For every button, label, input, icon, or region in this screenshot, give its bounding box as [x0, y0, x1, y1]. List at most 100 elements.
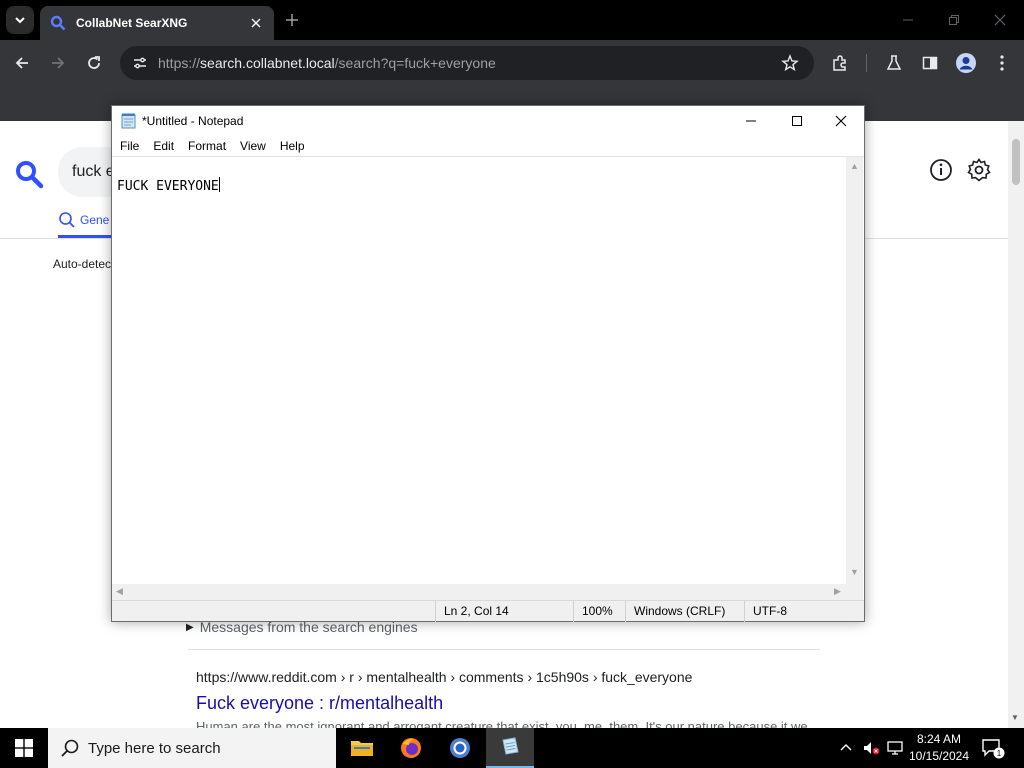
notification-count: 1 — [997, 749, 1002, 758]
browser-minimize-button[interactable] — [896, 8, 920, 32]
tab-general[interactable]: Gene — [58, 211, 109, 229]
notepad-text-area[interactable]: FUCK EVERYONE ▲ ▼ — [112, 156, 864, 584]
browser-toolbar: https://search.collabnet.local/search?q=… — [0, 40, 1024, 86]
info-icon[interactable] — [928, 157, 954, 183]
scroll-down-arrow-icon[interactable]: ▼ — [850, 567, 859, 577]
menu-edit[interactable]: Edit — [153, 139, 174, 153]
tab-search-button[interactable] — [6, 6, 34, 34]
site-info-icon[interactable] — [128, 51, 152, 75]
toolbar-separator — [866, 54, 867, 72]
notepad-title: *Untitled - Notepad — [142, 114, 244, 128]
page-scrollbar-thumb[interactable] — [1012, 139, 1020, 185]
notepad-text: FUCK EVERYONE — [117, 179, 219, 194]
scroll-left-arrow-icon[interactable]: ◀ — [116, 586, 123, 597]
new-tab-button[interactable] — [282, 10, 302, 30]
status-line-endings: Windows (CRLF) — [625, 601, 744, 622]
maximize-icon — [792, 116, 802, 126]
menu-file[interactable]: File — [120, 139, 139, 153]
volume-muted-icon[interactable] — [860, 728, 882, 768]
menu-help[interactable]: Help — [280, 139, 305, 153]
restore-icon — [949, 15, 959, 25]
searxng-favicon-icon — [50, 15, 66, 31]
taskbar-search-placeholder: Type here to search — [88, 739, 221, 757]
browser-menu-icon[interactable] — [990, 51, 1014, 75]
text-caret — [218, 177, 220, 192]
page-scrollbar[interactable]: ▼ — [1008, 121, 1024, 728]
notepad-maximize-button[interactable] — [774, 106, 820, 136]
arrow-left-icon — [15, 57, 28, 69]
browser-tab[interactable]: CollabNet SearXNG — [40, 6, 274, 40]
windows-taskbar: Type here to search 8:24 AM 10/15/2024 1 — [0, 728, 1024, 768]
chevron-down-icon — [15, 17, 25, 24]
reload-button[interactable] — [82, 51, 106, 75]
taskbar-chrome[interactable] — [436, 728, 484, 768]
status-encoding: UTF-8 — [744, 601, 844, 622]
notification-center-icon[interactable]: 1 — [980, 736, 1006, 760]
network-icon[interactable] — [884, 728, 906, 768]
notepad-menubar: File Edit Format View Help — [112, 136, 864, 156]
result-title-link[interactable]: Fuck everyone : r/mentalhealth — [196, 693, 443, 714]
url-scheme: https:// — [158, 55, 201, 71]
results-divider — [188, 649, 820, 650]
profile-avatar-icon[interactable] — [954, 51, 978, 75]
scroll-up-arrow-icon[interactable]: ▲ — [850, 161, 859, 171]
bookmark-star-icon[interactable] — [778, 51, 802, 75]
tab-close-icon[interactable] — [246, 13, 266, 33]
taskbar-notepad[interactable] — [486, 728, 534, 768]
browser-close-button[interactable] — [988, 8, 1012, 32]
menu-view[interactable]: View — [240, 139, 266, 153]
notepad-vertical-scrollbar[interactable]: ▲ ▼ — [846, 157, 863, 584]
notepad-close-button[interactable] — [818, 106, 864, 136]
browser-tab-strip: CollabNet SearXNG — [0, 0, 1024, 40]
address-url: https://search.collabnet.local/search?q=… — [158, 55, 496, 71]
firefox-icon — [401, 738, 421, 758]
status-zoom: 100% — [573, 601, 625, 622]
scroll-right-arrow-icon[interactable]: ▶ — [834, 586, 841, 597]
gear-icon[interactable] — [966, 157, 992, 183]
clock-date: 10/15/2024 — [908, 749, 970, 763]
autodetect-language-text: Auto-detec — [53, 257, 112, 271]
close-icon — [994, 14, 1006, 26]
status-cursor-position: Ln 2, Col 14 — [435, 601, 573, 622]
taskbar-search-box[interactable]: Type here to search — [48, 728, 336, 768]
start-button[interactable] — [0, 728, 48, 768]
windows-logo-icon — [15, 739, 33, 757]
search-icon — [61, 739, 79, 757]
search-input-value: fuck e — [72, 163, 115, 180]
labs-flask-icon[interactable] — [882, 51, 906, 75]
triangle-right-icon: ▶ — [186, 621, 194, 633]
scrollbar-corner — [846, 584, 863, 600]
forward-button[interactable] — [46, 51, 70, 75]
arrow-right-icon — [52, 57, 65, 69]
searxng-logo-icon[interactable] — [14, 159, 44, 189]
close-icon — [835, 115, 847, 127]
url-path: /search?q=fuck+everyone — [334, 55, 496, 71]
menu-format[interactable]: Format — [188, 139, 226, 153]
notepad-window: *Untitled - Notepad File Edit Format Vie… — [111, 105, 865, 622]
notepad-text-content: FUCK EVERYONE — [117, 177, 220, 194]
result-url[interactable]: https://www.reddit.com › r › mentalhealt… — [196, 669, 692, 685]
tab-general-label: Gene — [80, 213, 110, 227]
taskbar-clock[interactable]: 8:24 AM 10/15/2024 — [904, 731, 974, 765]
side-panel-icon[interactable] — [918, 51, 942, 75]
notepad-titlebar[interactable]: *Untitled - Notepad — [112, 106, 864, 136]
taskbar-file-explorer[interactable] — [338, 728, 386, 768]
scroll-down-arrow-icon[interactable]: ▼ — [1011, 713, 1019, 722]
browser-restore-button[interactable] — [942, 8, 966, 32]
address-bar[interactable]: https://search.collabnet.local/search?q=… — [120, 46, 814, 80]
reload-icon — [88, 56, 100, 69]
tray-overflow-chevron-icon[interactable] — [836, 728, 856, 768]
back-button[interactable] — [10, 51, 34, 75]
plus-icon — [286, 14, 298, 26]
notepad-horizontal-scrollbar[interactable]: ◀ ▶ — [112, 584, 846, 600]
notepad-statusbar: Ln 2, Col 14 100% Windows (CRLF) UTF-8 — [112, 600, 864, 622]
notepad-minimize-button[interactable] — [728, 106, 774, 136]
search-icon — [59, 212, 75, 228]
folder-icon — [351, 741, 373, 756]
extensions-icon[interactable] — [828, 51, 852, 75]
result-snippet: Human are the most ignorant and arrogant… — [196, 719, 808, 728]
taskbar-firefox[interactable] — [387, 728, 435, 768]
clock-time: 8:24 AM — [916, 732, 962, 746]
chrome-icon — [450, 738, 470, 758]
tab-title: CollabNet SearXNG — [76, 16, 188, 30]
